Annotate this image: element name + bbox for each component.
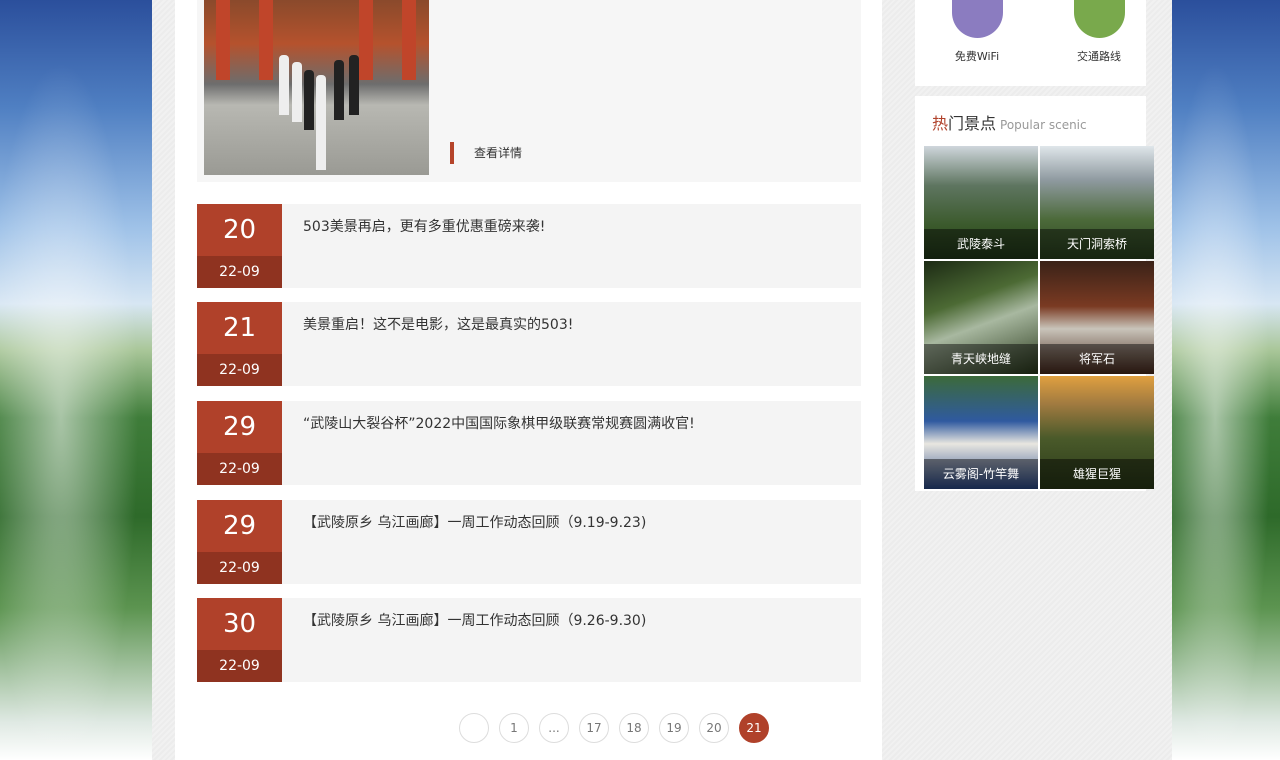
- news-title-link[interactable]: 503美景再启，更有多重优惠重磅来袭!: [303, 216, 545, 236]
- wifi-icon[interactable]: [952, 0, 1003, 38]
- news-item[interactable]: 21 22-09 美景重启！这不是电影，这是最真实的503!: [197, 302, 861, 386]
- page-button-17[interactable]: 17: [579, 713, 609, 743]
- page-button-current[interactable]: 21: [739, 713, 769, 743]
- date-badge: 20 22-09: [197, 204, 282, 288]
- date-badge: 29 22-09: [197, 401, 282, 485]
- scenic-name: 雄猩巨猩: [1040, 459, 1154, 489]
- scenic-name: 将军石: [1040, 344, 1154, 374]
- heading-accent: 热: [932, 114, 949, 133]
- date-year-month: 22-09: [197, 354, 282, 386]
- popular-scenic-heading: 热门景点 Popular scenic: [932, 110, 1087, 134]
- date-day: 29: [222, 412, 257, 442]
- scenic-name: 青天峡地缝: [924, 344, 1038, 374]
- scenic-card[interactable]: 武陵泰斗: [924, 146, 1038, 259]
- date-badge: 30 22-09: [197, 598, 282, 682]
- scenic-card[interactable]: 雄猩巨猩: [1040, 376, 1154, 489]
- scenic-name: 武陵泰斗: [924, 229, 1038, 259]
- page-ellipsis[interactable]: ...: [539, 713, 569, 743]
- view-details-link[interactable]: 查看详情: [450, 142, 522, 164]
- news-title-link[interactable]: 美景重启！这不是电影，这是最真实的503!: [303, 314, 573, 334]
- background-scenery-left: [0, 0, 152, 760]
- background-scenery-right: [1172, 0, 1280, 760]
- date-year-month: 22-09: [197, 552, 282, 584]
- date-day: 21: [222, 313, 257, 343]
- news-title-link[interactable]: 【武陵原乡 乌江画廊】一周工作动态回顾（9.26-9.30): [303, 610, 646, 630]
- scenic-card[interactable]: 云雾阁-竹竿舞: [924, 376, 1038, 489]
- heading-english: Popular scenic: [1000, 118, 1087, 132]
- page-prev-button[interactable]: [459, 713, 489, 743]
- news-item[interactable]: 29 22-09 【武陵原乡 乌江画廊】一周工作动态回顾（9.19-9.23): [197, 500, 861, 584]
- featured-article-image[interactable]: [204, 0, 429, 175]
- scenic-name: 云雾阁-竹竿舞: [924, 459, 1038, 489]
- popular-scenic-panel: 热门景点 Popular scenic 武陵泰斗 天门洞索桥 青天峡地缝 将军石 …: [915, 96, 1154, 491]
- date-badge: 21 22-09: [197, 302, 282, 386]
- scenic-card[interactable]: 青天峡地缝: [924, 261, 1038, 374]
- heading-text: 门景点: [948, 114, 997, 133]
- news-title-link[interactable]: “武陵山大裂谷杯”2022中国国际象棋甲级联赛常规赛圆满收官!: [303, 413, 695, 433]
- page-button-1[interactable]: 1: [499, 713, 529, 743]
- date-day: 29: [222, 511, 257, 541]
- news-title-link[interactable]: 【武陵原乡 乌江画廊】一周工作动态回顾（9.19-9.23): [303, 512, 646, 532]
- date-badge: 29 22-09: [197, 500, 282, 584]
- news-item[interactable]: 29 22-09 “武陵山大裂谷杯”2022中国国际象棋甲级联赛常规赛圆满收官!: [197, 401, 861, 485]
- page-button-18[interactable]: 18: [619, 713, 649, 743]
- traffic-route-label[interactable]: 交通路线: [1049, 48, 1149, 64]
- service-panel: 免费WiFi 交通路线: [915, 0, 1146, 86]
- scenic-card[interactable]: 天门洞索桥: [1040, 146, 1154, 259]
- date-year-month: 22-09: [197, 256, 282, 288]
- wifi-label[interactable]: 免费WiFi: [927, 48, 1027, 64]
- traffic-route-icon[interactable]: [1074, 0, 1125, 38]
- news-item[interactable]: 20 22-09 503美景再启，更有多重优惠重磅来袭!: [197, 204, 861, 288]
- page-button-19[interactable]: 19: [659, 713, 689, 743]
- date-day: 20: [222, 215, 257, 245]
- scenic-name: 天门洞索桥: [1040, 229, 1154, 259]
- news-item[interactable]: 30 22-09 【武陵原乡 乌江画廊】一周工作动态回顾（9.26-9.30): [197, 598, 861, 682]
- scenic-card[interactable]: 将军石: [1040, 261, 1154, 374]
- page-button-20[interactable]: 20: [699, 713, 729, 743]
- date-day: 30: [222, 609, 257, 639]
- date-year-month: 22-09: [197, 650, 282, 682]
- date-year-month: 22-09: [197, 453, 282, 485]
